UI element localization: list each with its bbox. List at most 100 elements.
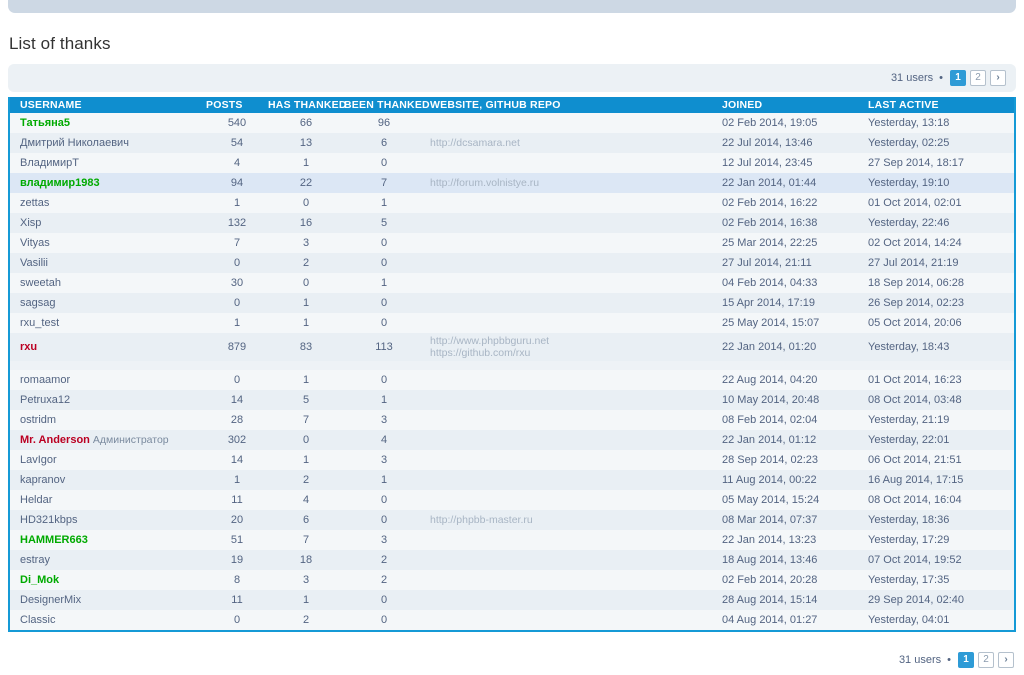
website-link[interactable]: http://forum.volnistye.ru — [430, 177, 718, 189]
username-link[interactable]: Di_Mok — [20, 574, 59, 586]
cell-posts: 8 — [206, 570, 268, 590]
cell-username: kapranov — [10, 470, 206, 490]
table-row[interactable]: ВладимирТ41012 Jul 2014, 23:4527 Sep 201… — [10, 153, 1014, 173]
username-link[interactable]: LavIgor — [20, 454, 57, 466]
username-link[interactable]: Classic — [20, 614, 55, 626]
username-link[interactable]: romaamor — [20, 374, 70, 386]
table-row[interactable]: владимир198394227http://forum.volnistye.… — [10, 173, 1014, 193]
table-row[interactable]: Di_Mok83202 Feb 2014, 20:28Yesterday, 17… — [10, 570, 1014, 590]
username-link[interactable]: Дмитрий Николаевич — [20, 137, 129, 149]
username-link[interactable]: HAMMER663 — [20, 534, 88, 546]
pagination-next-icon-bottom[interactable]: › — [998, 652, 1014, 668]
username-link[interactable]: Vityas — [20, 237, 50, 249]
table-row[interactable]: LavIgor141328 Sep 2014, 02:2306 Oct 2014… — [10, 450, 1014, 470]
column-header-posts[interactable]: POSTS — [206, 97, 268, 113]
cell-website — [424, 193, 718, 213]
column-header-username[interactable]: USERNAME — [10, 97, 206, 113]
table-row[interactable]: romaamor01022 Aug 2014, 04:2001 Oct 2014… — [10, 370, 1014, 390]
username-link[interactable]: Petruxa12 — [20, 394, 70, 406]
username-link[interactable]: sweetah — [20, 277, 61, 289]
table-row[interactable]: estray1918218 Aug 2014, 13:4607 Oct 2014… — [10, 550, 1014, 570]
username-link[interactable]: Татьяна5 — [20, 117, 70, 129]
cell-joined: 02 Feb 2014, 19:05 — [718, 113, 864, 133]
username-link[interactable]: Xisp — [20, 217, 41, 229]
username-link[interactable]: HD321kbps — [20, 514, 77, 526]
cell-website — [424, 450, 718, 470]
cell-has-thanked: 7 — [268, 410, 344, 430]
table-row[interactable]: sweetah300104 Feb 2014, 04:3318 Sep 2014… — [10, 273, 1014, 293]
website-link[interactable]: http://phpbb-master.ru — [430, 514, 718, 526]
cell-joined: 22 Jan 2014, 01:20 — [718, 333, 864, 361]
cell-username: Heldar — [10, 490, 206, 510]
cell-last-active: Yesterday, 17:29 — [864, 530, 1014, 550]
username-link[interactable]: владимир1983 — [20, 177, 100, 189]
column-header-website[interactable]: WEBSITE, GITHUB REPO — [424, 97, 718, 113]
pagination-page-1[interactable]: 1 — [950, 70, 966, 86]
table-row[interactable]: Татьяна5540669602 Feb 2014, 19:05Yesterd… — [10, 113, 1014, 133]
cell-username: sagsag — [10, 293, 206, 313]
cell-website — [424, 113, 718, 133]
username-link[interactable]: ostridm — [20, 414, 56, 426]
cell-joined: 02 Feb 2014, 20:28 — [718, 570, 864, 590]
table-header: USERNAME POSTS HAS THANKED BEEN THANKED … — [10, 97, 1014, 113]
table-row[interactable]: DesignerMix111028 Aug 2014, 15:1429 Sep … — [10, 590, 1014, 610]
pagination-page-1-bottom[interactable]: 1 — [958, 652, 974, 668]
username-link[interactable]: estray — [20, 554, 50, 566]
cell-last-active: 18 Sep 2014, 06:28 — [864, 273, 1014, 293]
table-row[interactable]: rxu87983113http://www.phpbbguru.nethttps… — [10, 333, 1014, 361]
username-link[interactable]: sagsag — [20, 297, 55, 309]
column-header-been-thanked[interactable]: BEEN THANKED — [344, 97, 424, 113]
table-row[interactable]: Mr. AndersonАдминистратор3020422 Jan 201… — [10, 430, 1014, 450]
username-link[interactable]: DesignerMix — [20, 594, 81, 606]
table-row[interactable]: kapranov12111 Aug 2014, 00:2216 Aug 2014… — [10, 470, 1014, 490]
cell-has-thanked: 16 — [268, 213, 344, 233]
username-link[interactable]: kapranov — [20, 474, 65, 486]
cell-been-thanked: 0 — [344, 610, 424, 630]
table-row[interactable]: Xisp13216502 Feb 2014, 16:38Yesterday, 2… — [10, 213, 1014, 233]
cell-joined: 11 Aug 2014, 00:22 — [718, 470, 864, 490]
username-link[interactable]: zettas — [20, 197, 49, 209]
top-decorative-bar — [8, 0, 1016, 13]
website-link[interactable]: https://github.com/rxu — [430, 347, 718, 359]
cell-website: http://phpbb-master.ru — [424, 510, 718, 530]
cell-joined: 22 Jan 2014, 01:44 — [718, 173, 864, 193]
column-header-joined[interactable]: JOINED — [718, 97, 864, 113]
table-row[interactable]: sagsag01015 Apr 2014, 17:1926 Sep 2014, … — [10, 293, 1014, 313]
cell-last-active: Yesterday, 04:01 — [864, 610, 1014, 630]
column-header-last-active[interactable]: LAST ACTIVE — [864, 97, 1014, 113]
page-root: List of thanks 31 users • 1 2 › USERNAME — [0, 0, 1024, 675]
table-row[interactable]: Classic02004 Aug 2014, 01:27Yesterday, 0… — [10, 610, 1014, 630]
table-row[interactable]: Vityas73025 Mar 2014, 22:2502 Oct 2014, … — [10, 233, 1014, 253]
username-link[interactable]: rxu — [20, 341, 37, 353]
table-row[interactable]: Heldar114005 May 2014, 15:2408 Oct 2014,… — [10, 490, 1014, 510]
website-link[interactable]: http://dcsamara.net — [430, 137, 718, 149]
pagination-next-icon[interactable]: › — [990, 70, 1006, 86]
table-row[interactable]: HAMMER663517322 Jan 2014, 13:23Yesterday… — [10, 530, 1014, 550]
website-link[interactable]: http://www.phpbbguru.net — [430, 335, 718, 347]
username-link[interactable]: Vasilii — [20, 257, 48, 269]
table-row[interactable]: Vasilii02027 Jul 2014, 21:1127 Jul 2014,… — [10, 253, 1014, 273]
cell-posts: 540 — [206, 113, 268, 133]
cell-last-active: 01 Oct 2014, 16:23 — [864, 370, 1014, 390]
cell-website — [424, 153, 718, 173]
table-row[interactable]: rxu_test11025 May 2014, 15:0705 Oct 2014… — [10, 313, 1014, 333]
pagination-page-2-bottom[interactable]: 2 — [978, 652, 994, 668]
table-row[interactable]: ostridm287308 Feb 2014, 02:04Yesterday, … — [10, 410, 1014, 430]
username-link[interactable]: Mr. Anderson — [20, 434, 90, 446]
column-header-has-thanked[interactable]: HAS THANKED — [268, 97, 344, 113]
cell-posts: 54 — [206, 133, 268, 153]
cell-username: ВладимирТ — [10, 153, 206, 173]
table-row[interactable]: Дмитрий Николаевич54136http://dcsamara.n… — [10, 133, 1014, 153]
table-row[interactable]: Petruxa12145110 May 2014, 20:4808 Oct 20… — [10, 390, 1014, 410]
cell-posts: 1 — [206, 193, 268, 213]
username-link[interactable]: ВладимирТ — [20, 157, 79, 169]
pagination-page-2[interactable]: 2 — [970, 70, 986, 86]
cell-username: rxu — [10, 333, 206, 361]
thanks-table-container: USERNAME POSTS HAS THANKED BEEN THANKED … — [8, 97, 1016, 632]
table-row[interactable]: zettas10102 Feb 2014, 16:2201 Oct 2014, … — [10, 193, 1014, 213]
table-row[interactable]: HD321kbps2060http://phpbb-master.ru08 Ma… — [10, 510, 1014, 530]
cell-has-thanked: 1 — [268, 590, 344, 610]
username-link[interactable]: rxu_test — [20, 317, 59, 329]
cell-last-active: 07 Oct 2014, 19:52 — [864, 550, 1014, 570]
username-link[interactable]: Heldar — [20, 494, 52, 506]
